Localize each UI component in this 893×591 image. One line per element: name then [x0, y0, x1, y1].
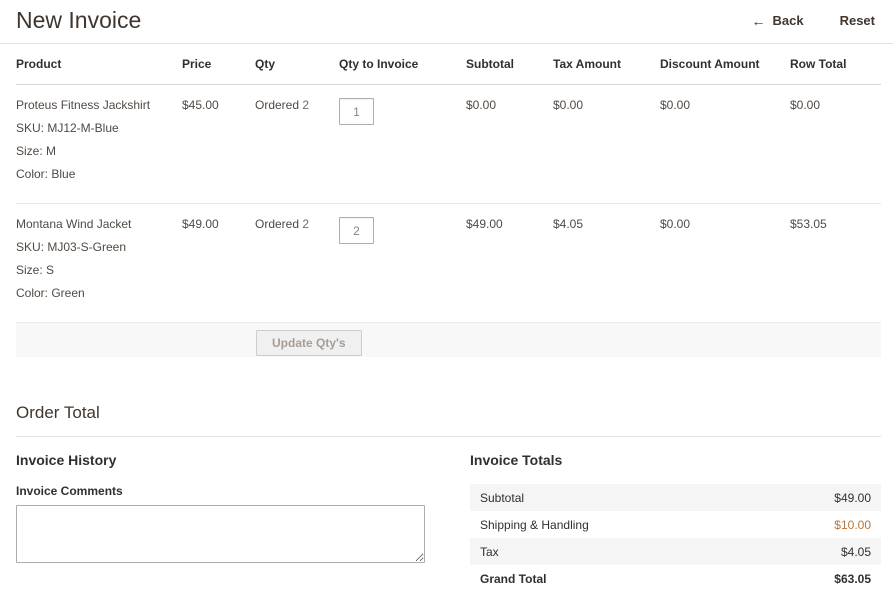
discount-amount-cell: $0.00 [660, 203, 790, 323]
tax-amount-cell: $0.00 [553, 84, 660, 204]
column-spacer [425, 452, 470, 591]
back-button-label: Back [772, 13, 804, 28]
qty-ordered-label: Ordered [255, 217, 300, 231]
invoice-comments-label: Invoice Comments [16, 484, 123, 498]
totals-value: $63.05 [834, 571, 871, 586]
table-footer-bar: Update Qty's [16, 323, 881, 357]
update-qty-button[interactable]: Update Qty's [256, 330, 362, 356]
product-color: Color: Green [16, 286, 85, 300]
totals-label: Shipping & Handling [480, 517, 589, 532]
reset-button-label: Reset [839, 13, 875, 28]
column-header-tax-amount: Tax Amount [553, 44, 660, 85]
invoice-totals-section: Invoice Totals Subtotal $49.00 Shipping … [470, 452, 881, 591]
column-header-row-total: Row Total [790, 44, 881, 85]
table-row-item-1: Proteus Fitness Jackshirt SKU: MJ12-M-Bl… [16, 84, 881, 204]
invoice-history-section: Invoice History Invoice Comments [16, 452, 425, 591]
row-total-cell: $53.05 [790, 203, 881, 323]
qty-ordered-value: 2 [302, 98, 310, 112]
product-cell: Proteus Fitness Jackshirt SKU: MJ12-M-Bl… [16, 84, 182, 204]
column-header-product: Product [16, 44, 182, 85]
discount-amount-cell: $0.00 [660, 84, 790, 204]
back-button[interactable]: ← Back [752, 13, 804, 29]
qty-to-invoice-input[interactable] [339, 98, 374, 125]
invoice-totals-title: Invoice Totals [470, 452, 563, 468]
totals-row-subtotal: Subtotal $49.00 [470, 484, 881, 511]
product-sku: SKU: MJ12-M-Blue [16, 121, 119, 135]
column-header-qty: Qty [255, 44, 339, 85]
totals-value: $4.05 [840, 544, 871, 559]
product-sku: SKU: MJ03-S-Green [16, 240, 127, 254]
column-header-price: Price [182, 44, 255, 85]
subtotal-cell: $49.00 [466, 203, 553, 323]
qty-ordered-label: Ordered [255, 98, 300, 112]
items-table-header-row: Product Price Qty Qty to Invoice Subtota… [16, 44, 881, 85]
totals-row-grand-total: Grand Total $63.05 [470, 565, 881, 591]
column-header-qty-to-invoice: Qty to Invoice [339, 44, 466, 85]
totals-row-shipping: Shipping & Handling $10.00 [470, 511, 881, 538]
qty-to-invoice-input[interactable] [339, 217, 374, 244]
product-size: Size: M [16, 144, 57, 158]
product-color: Color: Blue [16, 167, 76, 181]
back-arrow-icon: ← [751, 12, 766, 29]
page-title: New Invoice [16, 7, 142, 33]
order-total-columns: Invoice History Invoice Comments Invoice… [16, 452, 881, 591]
price-cell: $49.00 [182, 203, 255, 323]
order-total-heading: Order Total [16, 403, 881, 437]
product-name: Proteus Fitness Jackshirt [16, 98, 151, 112]
invoice-history-title: Invoice History [16, 452, 117, 468]
price-cell: $45.00 [182, 84, 255, 204]
invoice-comments-textarea[interactable] [16, 505, 425, 563]
tax-amount-cell: $4.05 [553, 203, 660, 323]
table-row-item-2: Montana Wind Jacket SKU: MJ03-S-Green Si… [16, 203, 881, 323]
invoice-items-table: Product Price Qty Qty to Invoice Subtota… [16, 44, 881, 323]
qty-to-invoice-cell [339, 84, 466, 204]
page-header: New Invoice ← Back Reset [0, 0, 893, 44]
column-header-discount-amount: Discount Amount [660, 44, 790, 85]
column-header-subtotal: Subtotal [466, 44, 553, 85]
qty-cell: Ordered 2 [255, 203, 339, 323]
totals-label: Grand Total [480, 571, 547, 586]
product-name: Montana Wind Jacket [16, 217, 132, 231]
totals-label: Tax [480, 544, 499, 559]
totals-label: Subtotal [480, 490, 525, 505]
reset-button[interactable]: Reset [840, 13, 875, 28]
totals-value: $10.00 [834, 517, 871, 532]
qty-ordered-value: 2 [302, 217, 310, 231]
subtotal-cell: $0.00 [466, 84, 553, 204]
totals-row-tax: Tax $4.05 [470, 538, 881, 565]
qty-to-invoice-cell [339, 203, 466, 323]
product-size: Size: S [16, 263, 55, 277]
qty-cell: Ordered 2 [255, 84, 339, 204]
header-actions: ← Back Reset [752, 13, 878, 29]
totals-value: $49.00 [834, 490, 871, 505]
row-total-cell: $0.00 [790, 84, 881, 204]
product-cell: Montana Wind Jacket SKU: MJ03-S-Green Si… [16, 203, 182, 323]
